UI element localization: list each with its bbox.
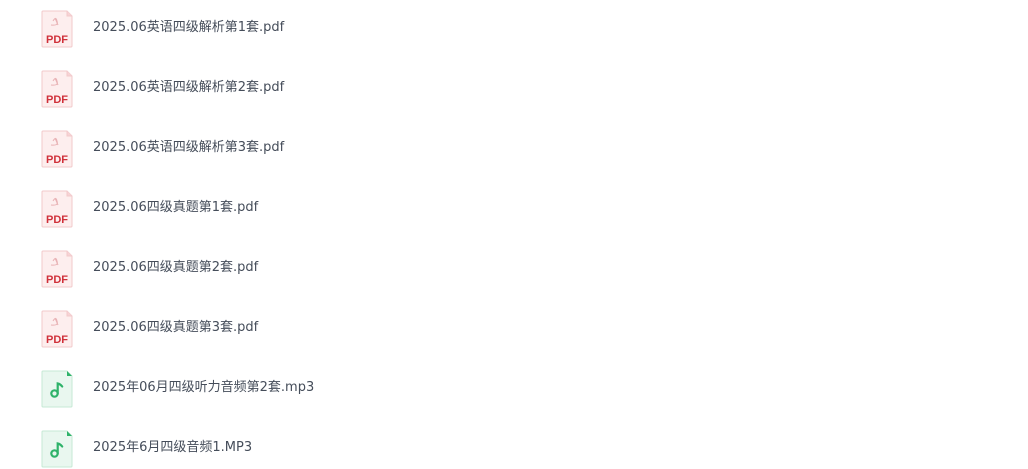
file-name: 2025.06英语四级解析第3套.pdf [93,140,285,155]
pdf-badge-text: PDF [46,94,68,106]
pdf-badge-text: PDF [46,154,68,166]
file-row[interactable]: PDF 2025.06四级真题第2套.pdf [0,250,1028,310]
file-name: 2025.06四级真题第3套.pdf [93,320,259,335]
pdf-badge-text: PDF [46,334,68,346]
file-name: 2025年6月四级音频1.MP3 [93,440,253,455]
file-row[interactable]: 2025年6月四级音频1.MP3 [0,430,1028,469]
file-name: 2025.06英语四级解析第1套.pdf [93,20,285,35]
file-row[interactable]: PDF 2025.06四级真题第1套.pdf [0,190,1028,250]
pdf-file-icon: PDF [41,10,73,48]
file-row[interactable]: PDF 2025.06英语四级解析第1套.pdf [0,10,1028,70]
file-name: 2025年06月四级听力音频第2套.mp3 [93,380,315,395]
audio-file-icon [41,430,73,468]
pdf-badge-text: PDF [46,214,68,226]
file-row[interactable]: 2025年06月四级听力音频第2套.mp3 [0,370,1028,430]
pdf-badge-text: PDF [46,34,68,46]
file-row[interactable]: PDF 2025.06英语四级解析第3套.pdf [0,130,1028,190]
file-row[interactable]: PDF 2025.06英语四级解析第2套.pdf [0,70,1028,130]
pdf-file-icon: PDF [41,70,73,108]
pdf-file-icon: PDF [41,190,73,228]
pdf-file-icon: PDF [41,310,73,348]
pdf-file-icon: PDF [41,130,73,168]
file-list: PDF 2025.06英语四级解析第1套.pdf PDF 2025.06英语四级… [0,0,1028,469]
file-name: 2025.06四级真题第2套.pdf [93,260,259,275]
file-name: 2025.06四级真题第1套.pdf [93,200,259,215]
file-row[interactable]: PDF 2025.06四级真题第3套.pdf [0,310,1028,370]
pdf-file-icon: PDF [41,250,73,288]
file-name: 2025.06英语四级解析第2套.pdf [93,80,285,95]
pdf-badge-text: PDF [46,274,68,286]
audio-file-icon [41,370,73,408]
